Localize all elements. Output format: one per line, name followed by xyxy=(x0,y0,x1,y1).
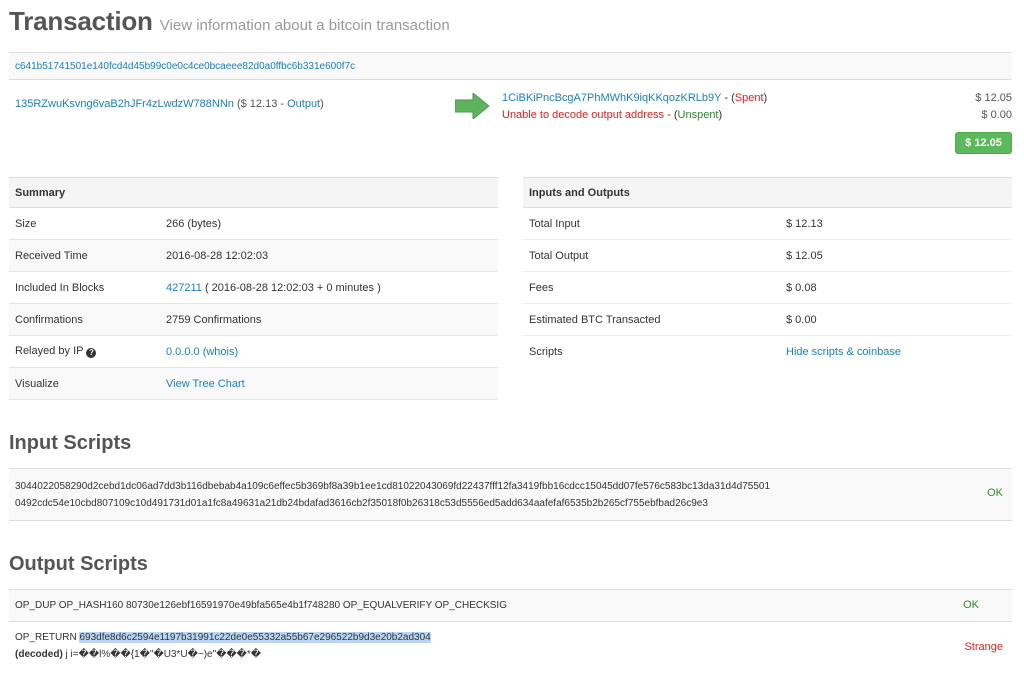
output-address-undecoded: Unable to decode output address xyxy=(502,109,665,121)
decoded-line: (decoded) j i=��l%��{1�"�U3*U�~)e"���*� xyxy=(15,646,431,663)
size-value: 266 (bytes) xyxy=(160,207,498,240)
input-scripts-heading: Input Scripts xyxy=(9,432,132,454)
included-blocks-value: 427211 ( 2016-08-28 12:02:03 + 0 minutes… xyxy=(160,271,498,304)
input-amount-suffix: ) xyxy=(320,98,324,110)
whois-link[interactable]: 0.0.0.0 (whois) xyxy=(166,346,238,358)
arrow-right-icon xyxy=(455,93,489,119)
relayed-by-ip-label: Relayed by IP? xyxy=(9,335,160,368)
view-tree-chart-link[interactable]: View Tree Chart xyxy=(166,378,245,390)
output-amount: $ 12.05 xyxy=(975,92,1012,104)
op-return-hex[interactable]: 693dfe8d6c2594e1197b31991c22de0e55332a55… xyxy=(79,632,431,643)
input-script-status: OK xyxy=(987,487,1003,499)
op-return-line: OP_RETURN 693dfe8d6c2594e1197b31991c22de… xyxy=(15,629,431,646)
output-scripts-box: OP_DUP OP_HASH160 80730e126ebf16591970e4… xyxy=(9,589,1012,672)
input-script-line: 3044022058290d2cebd1dc06ad7dd3b116dbebab… xyxy=(15,481,771,492)
output-row: 1CiBKiPncBcgA7PhMWhK9iqKKqozKRLb9Y - (Sp… xyxy=(502,90,767,107)
input-script-row: 3044022058290d2cebd1dc06ad7dd3b116dbebab… xyxy=(9,469,1012,521)
table-row: Total Input $ 12.13 xyxy=(523,207,1012,240)
total-amount-button[interactable]: $ 12.05 xyxy=(955,132,1012,154)
summary-table: Summary Size 266 (bytes) Received Time 2… xyxy=(9,177,498,400)
table-row: Relayed by IP? 0.0.0.0 (whois) xyxy=(9,335,498,368)
decoded-label: (decoded) xyxy=(15,649,63,660)
tx-hash-row: c641b51741501e140fcd4d45b99c0e0c4ce0bcae… xyxy=(9,53,1012,80)
received-time-label: Received Time xyxy=(9,239,160,272)
estimated-btc-label: Estimated BTC Transacted xyxy=(523,303,780,336)
table-row: Fees $ 0.08 xyxy=(523,271,1012,304)
hide-scripts-link[interactable]: Hide scripts & coinbase xyxy=(786,346,901,358)
output-close: ) xyxy=(718,109,723,121)
table-row: Included In Blocks 427211 ( 2016-08-28 1… xyxy=(9,271,498,304)
confirmations-label: Confirmations xyxy=(9,303,160,336)
transaction-box: c641b51741501e140fcd4d45b99c0e0c4ce0bcae… xyxy=(9,52,1012,161)
table-row: Estimated BTC Transacted $ 0.00 xyxy=(523,303,1012,336)
size-label: Size xyxy=(9,207,160,240)
input-amount-prefix: ($ 12.13 - xyxy=(233,98,288,110)
confirmations-value: 2759 Confirmations xyxy=(160,303,498,336)
output-close: ) xyxy=(763,92,768,104)
op-return-prefix: OP_RETURN xyxy=(15,632,80,643)
page-title: Transaction xyxy=(9,6,153,36)
scripts-value: Hide scripts & coinbase xyxy=(780,336,1012,368)
output-amount: $ 0.00 xyxy=(981,109,1012,121)
inputs-outputs-table: Inputs and Outputs Total Input $ 12.13 T… xyxy=(523,177,1012,368)
output-script-status: OK xyxy=(963,599,979,611)
page-subtitle: View information about a bitcoin transac… xyxy=(159,17,450,34)
visualize-value: View Tree Chart xyxy=(160,367,498,400)
io-heading: Inputs and Outputs xyxy=(523,177,1012,208)
relayed-by-ip-value: 0.0.0.0 (whois) xyxy=(160,335,498,368)
table-row: Size 266 (bytes) xyxy=(9,207,498,240)
estimated-btc-value: $ 0.00 xyxy=(780,303,1012,336)
received-time-value: 2016-08-28 12:02:03 xyxy=(160,239,498,272)
output-row: Unable to decode output address - (Unspe… xyxy=(502,107,767,124)
output-amounts: $ 12.05 $ 0.00 xyxy=(975,90,1012,124)
summary-heading: Summary xyxy=(9,177,498,208)
table-row: Visualize View Tree Chart xyxy=(9,367,498,400)
total-input-label: Total Input xyxy=(523,207,780,240)
output-status-unspent: Unspent xyxy=(677,109,719,121)
tx-outputs: 1CiBKiPncBcgA7PhMWhK9iqKKqozKRLb9Y - (Sp… xyxy=(502,90,767,124)
input-script-text: 3044022058290d2cebd1dc06ad7dd3b116dbebab… xyxy=(15,478,770,512)
output-script-row: OP_RETURN 693dfe8d6c2594e1197b31991c22de… xyxy=(9,622,1012,672)
input-address-link[interactable]: 135RZwuKsvng6vaB2hJFr4zLwdzW788NNn xyxy=(15,98,234,110)
table-row: Scripts Hide scripts & coinbase xyxy=(523,336,1012,368)
total-output-label: Total Output xyxy=(523,239,780,272)
input-script-line: 0492cdc54e10cbd807109c10d491731d01a1fc8a… xyxy=(15,498,708,509)
table-row: Received Time 2016-08-28 12:02:03 xyxy=(9,239,498,272)
total-output-value: $ 12.05 xyxy=(780,239,1012,272)
block-extra: ( 2016-08-28 12:02:03 + 0 minutes ) xyxy=(201,281,381,294)
output-script-text: OP_RETURN 693dfe8d6c2594e1197b31991c22de… xyxy=(15,629,431,663)
output-separator: - ( xyxy=(664,109,678,121)
decoded-value: j i=��l%��{1�"�U3*U�~)e"���*� xyxy=(62,649,262,660)
scripts-label: Scripts xyxy=(529,345,563,358)
output-script-row: OP_DUP OP_HASH160 80730e126ebf16591970e4… xyxy=(9,590,1012,622)
output-scripts-heading: Output Scripts xyxy=(9,553,148,575)
output-address-link[interactable]: 1CiBKiPncBcgA7PhMWhK9iqKKqozKRLb9Y xyxy=(502,92,721,104)
visualize-label: Visualize xyxy=(9,367,160,400)
fees-value: $ 0.08 xyxy=(780,271,1012,304)
help-icon[interactable]: ? xyxy=(86,348,97,358)
input-output-link[interactable]: Output xyxy=(287,98,320,110)
output-script-status: Strange xyxy=(964,641,1003,653)
block-link[interactable]: 427211 xyxy=(166,282,202,294)
tx-hash-link[interactable]: c641b51741501e140fcd4d45b99c0e0c4ce0bcae… xyxy=(15,61,355,72)
fees-label: Fees xyxy=(523,271,780,304)
relayed-label-text: Relayed by IP xyxy=(15,345,84,357)
tx-input: 135RZwuKsvng6vaB2hJFr4zLwdzW788NNn ($ 12… xyxy=(15,98,324,110)
input-scripts-box: 3044022058290d2cebd1dc06ad7dd3b116dbebab… xyxy=(9,468,1012,521)
table-row: Confirmations 2759 Confirmations xyxy=(9,303,498,336)
table-row: Total Output $ 12.05 xyxy=(523,239,1012,272)
output-status-spent[interactable]: Spent xyxy=(735,92,764,104)
page-header: Transaction View information about a bit… xyxy=(9,6,450,40)
total-input-value: $ 12.13 xyxy=(780,207,1012,240)
included-blocks-label: Included In Blocks xyxy=(9,271,160,304)
output-separator: - ( xyxy=(721,92,735,104)
output-script-text: OP_DUP OP_HASH160 80730e126ebf16591970e4… xyxy=(15,600,507,611)
